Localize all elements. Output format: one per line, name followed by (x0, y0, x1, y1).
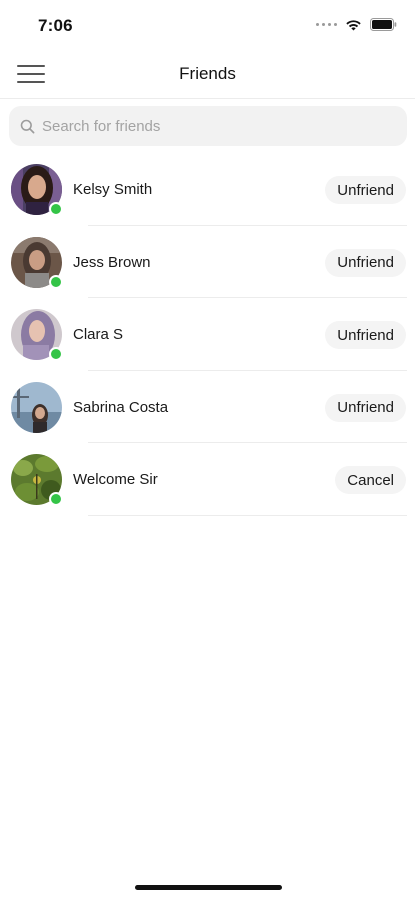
status-bar: 7:06 (0, 0, 415, 50)
wifi-icon (346, 19, 361, 30)
online-status-indicator (49, 492, 63, 506)
search-bar[interactable] (9, 106, 407, 146)
friend-name: Sabrina Costa (73, 398, 169, 416)
avatar[interactable] (11, 309, 63, 361)
avatar[interactable] (11, 164, 63, 216)
search-icon (19, 118, 35, 134)
friend-row[interactable]: Welcome Sir Cancel (0, 443, 415, 516)
search-input[interactable] (42, 117, 382, 135)
nav-bar: Friends (0, 50, 415, 99)
cancel-request-button[interactable]: Cancel (335, 466, 406, 494)
online-status-indicator (49, 202, 63, 216)
friend-row[interactable]: Sabrina Costa Unfriend (0, 371, 415, 443)
avatar[interactable] (11, 381, 62, 433)
friend-name: Welcome Sir (73, 471, 158, 488)
unfriend-button[interactable]: Unfriend (325, 176, 406, 204)
avatar[interactable] (11, 236, 63, 289)
status-icons (316, 18, 397, 31)
friend-row[interactable]: Clara S Unfriend (0, 298, 415, 371)
battery-icon (370, 18, 397, 31)
unfriend-button[interactable]: Unfriend (325, 321, 406, 349)
friends-list: Kelsy Smith Unfriend Jess Brown Unfriend (0, 153, 415, 516)
page-title: Friends (179, 64, 236, 83)
home-indicator (135, 885, 282, 890)
friend-name: Jess Brown (73, 253, 151, 271)
avatar[interactable] (11, 454, 63, 506)
unfriend-button[interactable]: Unfriend (325, 248, 406, 277)
status-time: 7:06 (38, 16, 73, 35)
friend-name: Kelsy Smith (73, 181, 153, 198)
friend-row[interactable]: Kelsy Smith Unfriend (0, 153, 415, 226)
cellular-signal-icon (316, 23, 337, 26)
divider (88, 514, 407, 516)
unfriend-button[interactable]: Unfriend (325, 393, 406, 422)
friend-name: Clara S (73, 326, 124, 343)
online-status-indicator (49, 347, 63, 361)
online-status-indicator (49, 274, 63, 289)
friend-row[interactable]: Jess Brown Unfriend (0, 226, 415, 298)
avatar-photo (11, 381, 62, 433)
